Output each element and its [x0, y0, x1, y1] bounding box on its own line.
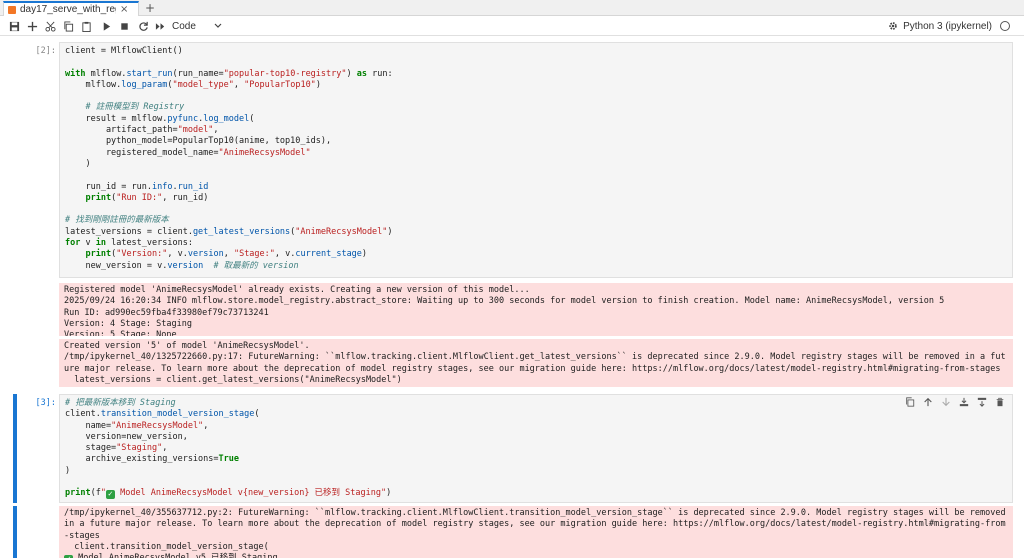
- insert-below-icon[interactable]: [976, 396, 988, 408]
- code-line: latest_versions = client.get_latest_vers…: [65, 226, 393, 237]
- output-text: Created version '5' of model 'AnimeRecsy…: [64, 341, 1006, 385]
- restart-run-all-icon[interactable]: [152, 18, 168, 34]
- cell-toolbar: [904, 396, 1006, 408]
- stderr-output: /tmp/ipykernel_40/355637712.py:2: Future…: [59, 506, 1013, 558]
- cell-type-value: Code: [172, 20, 196, 32]
- new-tab-button[interactable]: +: [143, 1, 157, 15]
- code-line: archive_existing_versions=True: [65, 454, 240, 465]
- code-line: print("Version:", v.version, "Stage:", v…: [85, 249, 368, 260]
- notebook-tab[interactable]: day17_serve_with_registry.i ×: [3, 1, 139, 16]
- stderr-output: Registered model 'AnimeRecsysModel' alre…: [59, 283, 1013, 336]
- code-line: run_id = run.info.run_id: [65, 181, 209, 192]
- code-editor[interactable]: # 把最新版本移到 Staging client.transition_model…: [59, 394, 1013, 503]
- code-line: name="AnimeRecsysModel",: [65, 420, 209, 431]
- insert-above-icon[interactable]: [958, 396, 970, 408]
- duplicate-icon[interactable]: [904, 396, 916, 408]
- copy-icon[interactable]: [60, 18, 76, 34]
- code-line: ​: [65, 91, 1007, 102]
- code-line: ​: [65, 170, 1007, 181]
- cell-prompt: [3]:: [35, 398, 56, 408]
- output-text: /tmp/ipykernel_40/355637712.py:2: Future…: [64, 508, 1008, 558]
- cell-prompt: [2]:: [35, 46, 56, 56]
- code-line: registered_model_name="AnimeRecsysModel": [65, 147, 311, 158]
- code-line: # 註冊模型到 Registry: [85, 102, 185, 113]
- code-line: stage="Staging",: [65, 443, 168, 454]
- code-line: for v in latest_versions:: [65, 238, 193, 249]
- code-line: print("Run ID:", run_id): [85, 192, 209, 203]
- chevron-down-icon: [214, 21, 222, 32]
- stop-icon[interactable]: [116, 18, 132, 34]
- restart-icon[interactable]: [135, 18, 151, 34]
- code-line: version=new_version,: [65, 431, 188, 442]
- save-icon[interactable]: [6, 18, 22, 34]
- code-line: python_model=PopularTop10(anime, top10_i…: [65, 136, 332, 147]
- code-line: ): [65, 158, 91, 169]
- gear-icon: [888, 21, 898, 31]
- close-icon[interactable]: ×: [120, 4, 128, 15]
- code-line: # 找到剛剛註冊的最新版本: [65, 215, 169, 226]
- move-up-icon[interactable]: [922, 396, 934, 408]
- tab-label: day17_serve_with_registry.i: [20, 4, 116, 15]
- kernel-indicator[interactable]: Python 3 (ipykernel): [888, 18, 1010, 34]
- code-line: with mlflow.start_run(run_name="popular-…: [65, 68, 393, 79]
- code-line: print(f" ✓ Model AnimeRecsysModel v{new_v…: [65, 488, 392, 500]
- active-cell-marker: [13, 394, 17, 503]
- code-line: client.transition_model_version_stage(: [65, 409, 260, 420]
- notebook-panel: [2]: client = MlflowClient()​with mlflow…: [0, 37, 1024, 560]
- code-line: ​: [65, 477, 1007, 488]
- code-line: mlflow.log_param("model_type", "PopularT…: [65, 79, 321, 90]
- code-line: ): [65, 465, 71, 476]
- cell-type-select[interactable]: Code: [172, 18, 222, 34]
- output-text: Registered model 'AnimeRecsysModel' alre…: [64, 285, 945, 336]
- add-icon[interactable]: [24, 18, 40, 34]
- delete-icon[interactable]: [994, 396, 1006, 408]
- code-line: new_version = v.version # 取最新的 version: [65, 260, 299, 271]
- kernel-status-icon: [1000, 21, 1010, 31]
- notebook-icon: [8, 5, 16, 14]
- tab-bar: day17_serve_with_registry.i × +: [0, 0, 1024, 16]
- kernel-name: Python 3 (ipykernel): [903, 20, 992, 32]
- cut-icon[interactable]: [42, 18, 58, 34]
- move-down-icon[interactable]: [940, 396, 952, 408]
- code-line: client = MlflowClient(): [65, 46, 183, 56]
- paste-icon[interactable]: [78, 18, 94, 34]
- stderr-output: Created version '5' of model 'AnimeRecsy…: [59, 339, 1013, 387]
- code-line: ​: [65, 57, 1007, 68]
- active-cell-output-marker: [13, 506, 17, 558]
- code-line: # 把最新版本移到 Staging: [65, 398, 176, 408]
- notebook-toolbar: Code Python 3 (ipykernel): [0, 16, 1024, 36]
- code-line: artifact_path="model",: [65, 125, 219, 136]
- code-line: ​: [65, 204, 1007, 215]
- run-icon[interactable]: [98, 18, 114, 34]
- code-line: result = mlflow.pyfunc.log_model(: [65, 113, 255, 124]
- code-editor[interactable]: client = MlflowClient()​with mlflow.star…: [59, 42, 1013, 278]
